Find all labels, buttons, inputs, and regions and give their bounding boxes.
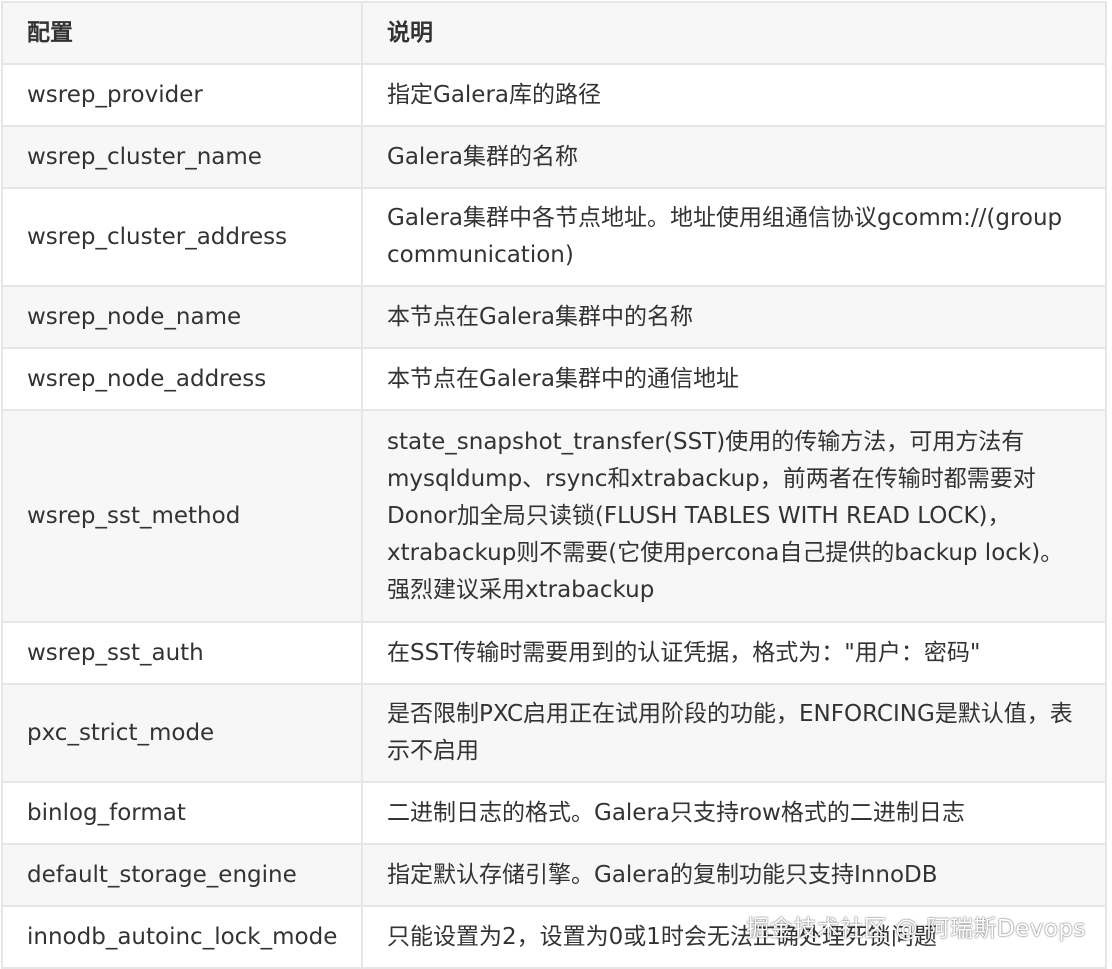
config-key: pxc_strict_mode [1, 683, 363, 783]
config-description: 是否限制PXC启用正在试用阶段的功能，ENFORCING是默认值，表示不启用 [361, 683, 1107, 783]
config-description: 指定默认存储引擎。Galera的复制功能只支持InnoDB [361, 843, 1107, 907]
config-description: 本节点在Galera集群中的名称 [361, 285, 1107, 349]
config-description: Galera集群中各节点地址。地址使用组通信协议gcomm://(group c… [361, 187, 1107, 287]
table-row: wsrep_node_name 本节点在Galera集群中的名称 [1, 285, 1107, 349]
config-description: 在SST传输时需要用到的认证凭据，格式为："用户：密码" [361, 621, 1107, 685]
table-row: default_storage_engine 指定默认存储引擎。Galera的复… [1, 843, 1107, 907]
watermark: 掘金技术社区 @ 阿瑞斯Devops [746, 916, 1086, 942]
config-key: wsrep_node_address [1, 347, 363, 411]
table-row: wsrep_node_address 本节点在Galera集群中的通信地址 [1, 347, 1107, 411]
table-row: wsrep_provider 指定Galera库的路径 [1, 63, 1107, 127]
config-description: Galera集群的名称 [361, 125, 1107, 189]
table-row: wsrep_sst_auth 在SST传输时需要用到的认证凭据，格式为："用户：… [1, 621, 1107, 685]
config-description: 二进制日志的格式。Galera只支持row格式的二进制日志 [361, 781, 1107, 845]
config-key: wsrep_cluster_name [1, 125, 363, 189]
table-row: wsrep_cluster_address Galera集群中各节点地址。地址使… [1, 187, 1107, 287]
config-description: 本节点在Galera集群中的通信地址 [361, 347, 1107, 411]
header-config: 配置 [1, 1, 363, 65]
config-description: 指定Galera库的路径 [361, 63, 1107, 127]
table-row: binlog_format 二进制日志的格式。Galera只支持row格式的二进… [1, 781, 1107, 845]
config-key: wsrep_sst_method [1, 409, 363, 623]
config-key: default_storage_engine [1, 843, 363, 907]
config-key: binlog_format [1, 781, 363, 845]
config-key: wsrep_sst_auth [1, 621, 363, 685]
config-key: innodb_autoinc_lock_mode [1, 905, 363, 969]
table-row: pxc_strict_mode 是否限制PXC启用正在试用阶段的功能，ENFOR… [1, 683, 1107, 783]
config-description: state_snapshot_transfer(SST)使用的传输方法，可用方法… [361, 409, 1107, 623]
config-key: wsrep_node_name [1, 285, 363, 349]
table-row: wsrep_cluster_name Galera集群的名称 [1, 125, 1107, 189]
config-table: 配置 说明 wsrep_provider 指定Galera库的路径 wsrep_… [1, 1, 1107, 969]
table-row: wsrep_sst_method state_snapshot_transfer… [1, 409, 1107, 623]
config-key: wsrep_provider [1, 63, 363, 127]
config-key: wsrep_cluster_address [1, 187, 363, 287]
header-description: 说明 [361, 1, 1107, 65]
table-header-row: 配置 说明 [1, 1, 1107, 65]
